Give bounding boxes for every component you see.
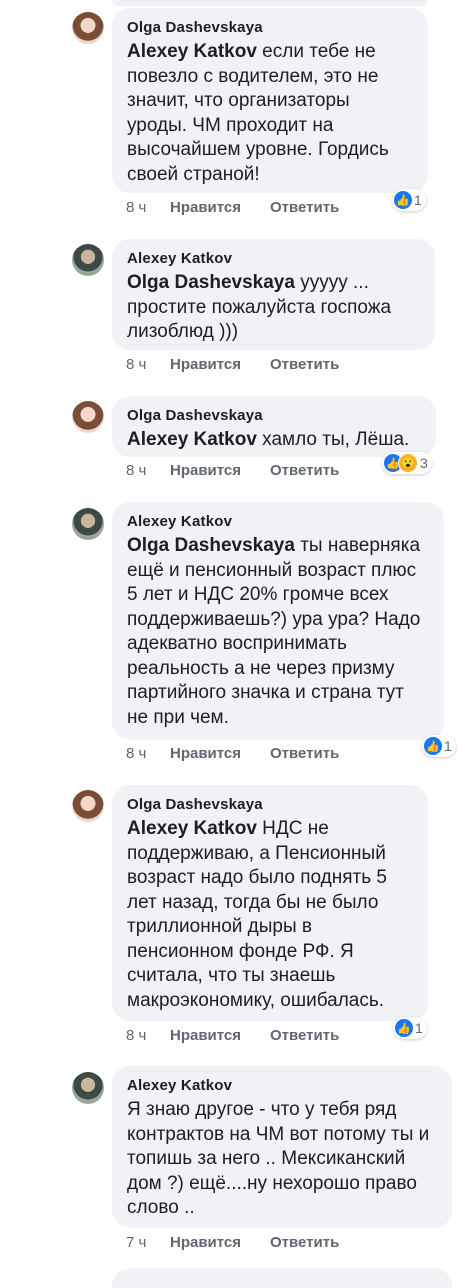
comment-text: Olga Dashevskaya ууууу ... простите пожа… [127,271,421,345]
like-icon: 👍 [424,737,442,755]
comment-actions: 7 ч Нравится Ответить [126,1234,339,1251]
reaction-count: 1 [444,738,452,754]
comment-time[interactable]: 8 ч [126,356,170,373]
comment-mention[interactable]: Olga Dashevskaya [127,535,295,556]
avatar[interactable] [72,12,104,44]
comment-time[interactable]: 7 ч [126,1234,170,1251]
comment-time[interactable]: 8 ч [126,745,170,762]
comment-actions: 8 ч Нравится Ответить [126,462,339,479]
comment-actions: 8 ч Нравится Ответить [126,1027,339,1044]
comment-bubble: Alexey Katkov Я знаю другое - что у тебя… [112,1066,452,1228]
like-button[interactable]: Нравится [170,199,270,216]
reply-button[interactable]: Ответить [270,199,339,216]
comment-text: Alexey Katkov если тебе не повезло с вод… [127,40,414,187]
comment-text: Olga Dashevskaya ты наверняка ещё и пенс… [127,534,430,730]
avatar[interactable] [72,401,104,433]
previous-comment-bubble-edge [112,0,428,6]
like-button[interactable]: Нравится [170,356,270,373]
next-comment-bubble-edge [112,1268,452,1288]
comment-author[interactable]: Olga Dashevskaya [127,407,422,424]
reaction-count: 3 [420,455,428,471]
avatar[interactable] [72,790,104,822]
reply-button[interactable]: Ответить [270,1027,339,1044]
comment-bubble: Olga Dashevskaya Alexey Katkov хамло ты,… [112,396,436,457]
comment-bubble: Olga Dashevskaya Alexey Katkov НДС не по… [112,785,428,1021]
comment-author[interactable]: Alexey Katkov [127,1077,438,1094]
comment-actions: 8 ч Нравится Ответить [126,745,339,762]
comment-text: Я знаю другое - что у тебя ряд контракто… [127,1098,438,1221]
comment-bubble: Olga Dashevskaya Alexey Katkov если тебе… [112,8,428,193]
comment-text: Alexey Katkov хамло ты, Лёша. [127,428,422,453]
comment-author[interactable]: Olga Dashevskaya [127,796,414,813]
reply-button[interactable]: Ответить [270,1234,339,1251]
reaction-count: 1 [414,192,422,208]
reaction-count: 1 [415,1020,423,1036]
reply-button[interactable]: Ответить [270,462,339,479]
comment-body: ты наверняка ещё и пенсионный возраст пл… [127,535,421,728]
reaction-summary[interactable]: 👍 1 [393,1017,427,1039]
comment-time[interactable]: 8 ч [126,1027,170,1044]
comment-body: НДС не поддерживаю, а Пенсионный возраст… [127,818,387,1011]
like-button[interactable]: Нравится [170,1027,270,1044]
comment-actions: 8 ч Нравится Ответить [126,356,339,373]
comment-bubble: Alexey Katkov Olga Dashevskaya ты наверн… [112,502,444,740]
like-icon: 👍 [395,1019,413,1037]
comment-time[interactable]: 8 ч [126,199,170,216]
comment-author[interactable]: Alexey Katkov [127,250,421,267]
reaction-summary[interactable]: 👍 😮 3 [382,452,432,474]
like-button[interactable]: Нравится [170,745,270,762]
like-icon: 👍 [394,191,412,209]
comment-time[interactable]: 8 ч [126,462,170,479]
comment-text: Alexey Katkov НДС не поддерживаю, а Пенс… [127,817,414,1013]
like-button[interactable]: Нравится [170,462,270,479]
comment-actions: 8 ч Нравится Ответить [126,199,339,216]
avatar[interactable] [72,244,104,276]
like-button[interactable]: Нравится [170,1234,270,1251]
comment-body: хамло ты, Лёша. [256,429,410,450]
comment-mention[interactable]: Olga Dashevskaya [127,272,295,293]
comment-body: Я знаю другое - что у тебя ряд контракто… [127,1099,430,1218]
comment-mention[interactable]: Alexey Katkov [127,41,257,62]
avatar[interactable] [72,508,104,540]
comment-author[interactable]: Alexey Katkov [127,513,430,530]
comment-author[interactable]: Olga Dashevskaya [127,19,414,36]
avatar[interactable] [72,1072,104,1104]
comment-bubble: Alexey Katkov Olga Dashevskaya ууууу ...… [112,239,435,350]
reply-button[interactable]: Ответить [270,745,339,762]
wow-icon: 😮 [398,453,418,473]
reaction-summary[interactable]: 👍 1 [422,735,456,757]
comment-mention[interactable]: Alexey Katkov [127,429,257,450]
comment-mention[interactable]: Alexey Katkov [127,818,257,839]
reaction-summary[interactable]: 👍 1 [392,189,426,211]
reply-button[interactable]: Ответить [270,356,339,373]
comment-body: если тебе не повезло с водителем, это не… [127,41,389,185]
